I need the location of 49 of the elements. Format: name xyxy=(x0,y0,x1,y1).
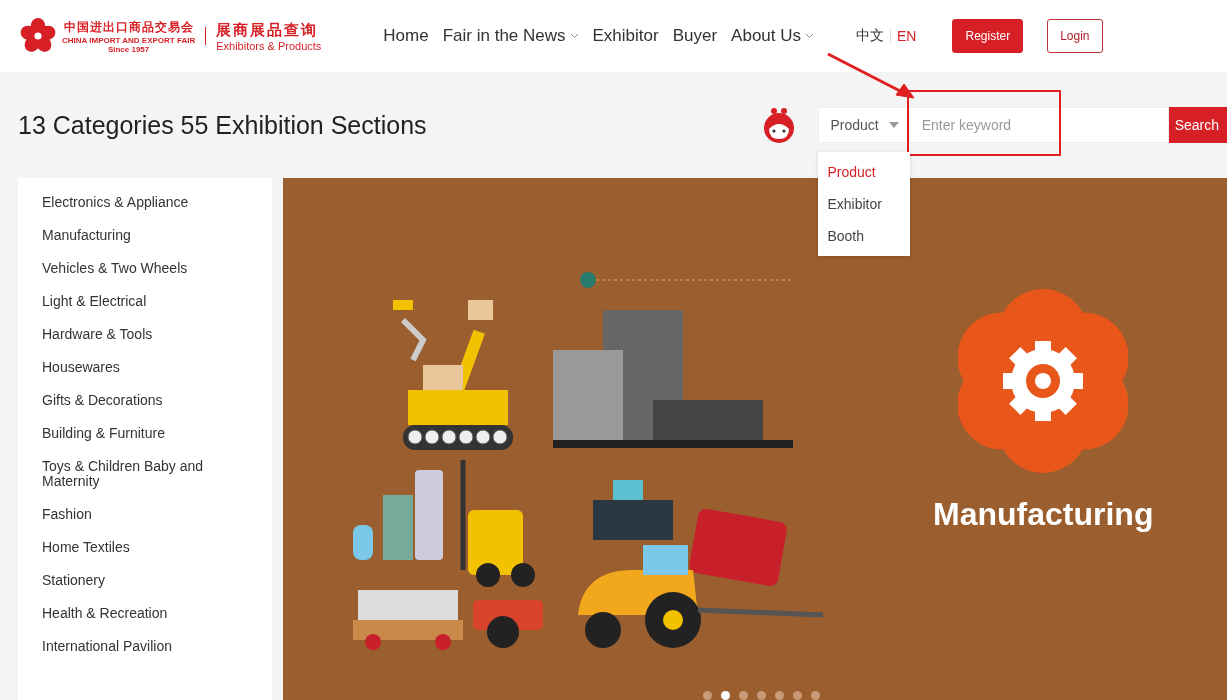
logo-chinese-text: 中国进出口商品交易会 xyxy=(63,18,194,36)
keyword-field[interactable]: Enter keyword xyxy=(909,107,1169,143)
caret-icon xyxy=(569,33,579,39)
carousel-dot[interactable] xyxy=(775,691,784,700)
category-link[interactable]: Gifts & Decorations xyxy=(18,385,272,418)
category-link[interactable]: International Pavilion xyxy=(18,631,272,664)
logo-since-text: Since 1957 xyxy=(107,44,150,54)
subtitle-english: Exhibitors & Products xyxy=(216,39,322,52)
carousel-dot[interactable] xyxy=(793,691,802,700)
register-button[interactable]: Register xyxy=(952,19,1024,53)
category-link[interactable]: Home Textiles xyxy=(18,532,272,565)
flower-logo-icon xyxy=(18,18,58,54)
carousel-dot[interactable] xyxy=(739,691,748,700)
search-button[interactable]: Search xyxy=(1168,107,1227,143)
gear-icon xyxy=(958,286,1129,476)
carousel-dot[interactable] xyxy=(757,691,766,700)
page-title: 13 Categories 55 Exhibition Sections xyxy=(18,110,428,140)
category-link[interactable]: Manufacturing xyxy=(18,220,272,253)
dropdown-option[interactable]: Exhibitor xyxy=(818,188,911,220)
category-link[interactable]: Fashion xyxy=(18,499,272,532)
dropdown-triangle-icon xyxy=(888,122,899,128)
nav-link[interactable]: Home xyxy=(383,26,429,46)
search-type-select[interactable]: Product xyxy=(818,107,910,143)
login-button[interactable]: Login xyxy=(1047,19,1103,53)
carousel-dot[interactable] xyxy=(703,691,712,700)
caret-icon xyxy=(805,33,815,39)
nav-link[interactable]: About Us xyxy=(731,26,815,46)
category-link[interactable]: Building & Furniture xyxy=(18,418,272,451)
category-link[interactable]: Housewares xyxy=(18,352,272,385)
nav-link[interactable]: Buyer xyxy=(672,26,718,46)
banner-title: Manufacturing xyxy=(933,496,1154,533)
category-link[interactable]: Toys & Children Baby and Maternity xyxy=(18,451,272,499)
carousel-dot[interactable] xyxy=(721,691,730,700)
nav-link[interactable]: Exhibitor xyxy=(592,26,659,46)
language-link[interactable]: 中文 xyxy=(856,27,885,45)
category-link[interactable]: Health & Recreation xyxy=(18,598,272,631)
category-link[interactable]: Hardware & Tools xyxy=(18,319,272,352)
carousel-dot[interactable] xyxy=(811,691,820,700)
language-link[interactable]: EN xyxy=(897,28,917,44)
nav-link[interactable]: Fair in the News xyxy=(442,26,579,46)
dropdown-option[interactable]: Booth xyxy=(818,220,911,252)
subtitle-chinese: 展商展品查询 xyxy=(216,20,320,40)
category-link[interactable]: Stationery xyxy=(18,565,272,598)
logo-english-text: CHINA IMPORT AND EXPORT FAIR xyxy=(62,35,196,45)
category-link[interactable]: Light & Electrical xyxy=(18,286,272,319)
dropdown-option[interactable]: Product xyxy=(818,156,911,188)
mascot-icon xyxy=(762,107,797,143)
category-link[interactable]: Electronics & Appliance xyxy=(18,187,272,220)
category-link[interactable]: Vehicles & Two Wheels xyxy=(18,253,272,286)
